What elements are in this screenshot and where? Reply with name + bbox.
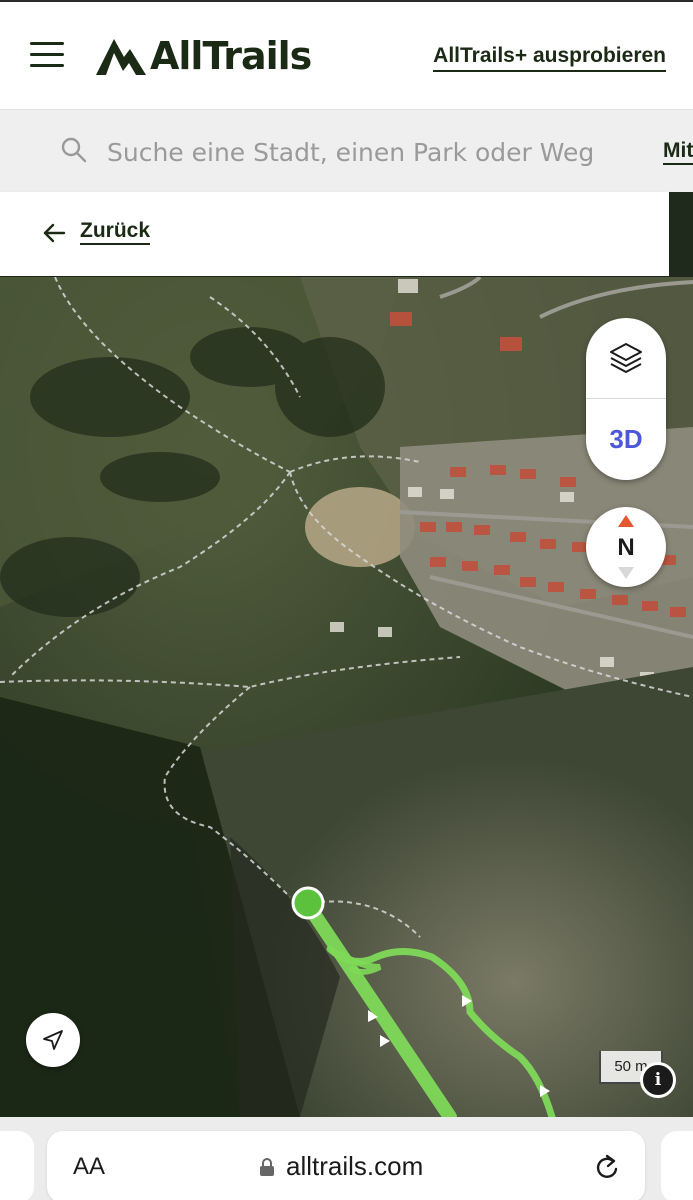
hamburger-menu-icon[interactable] — [30, 42, 64, 68]
navigation-arrow-icon — [43, 1030, 63, 1050]
back-link[interactable]: Zurück — [80, 219, 151, 245]
alltrails-mountain-logo-icon — [96, 39, 146, 75]
try-alltrails-plus-link[interactable]: AllTrails+ ausprobieren — [433, 44, 666, 72]
alltrails-logo[interactable]: AllTrails — [94, 32, 312, 80]
text-size-button[interactable]: AA — [73, 1153, 105, 1181]
3d-toggle-button[interactable]: 3D — [586, 399, 666, 480]
compass-north-label: N — [617, 534, 635, 561]
arrow-left-icon[interactable] — [42, 222, 66, 244]
text-size-label: AA — [73, 1153, 106, 1180]
layers-icon — [610, 343, 642, 373]
compass-button[interactable]: N — [586, 507, 666, 587]
locate-me-button[interactable] — [26, 1013, 80, 1067]
logo-text: AllTrails — [150, 34, 312, 78]
previous-tab-preview[interactable] — [0, 1131, 34, 1200]
near-me-link[interactable]: Mit — [663, 139, 693, 165]
reload-icon[interactable] — [594, 1153, 622, 1183]
url-text: alltrails.com — [286, 1151, 424, 1181]
map-controls: 3D — [586, 318, 666, 480]
map-info-button[interactable]: i — [640, 1062, 676, 1098]
search-icon — [61, 137, 87, 163]
top-header: AllTrails AllTrails+ ausprobieren — [0, 0, 693, 110]
trailhead-marker — [291, 886, 325, 920]
next-tab-preview[interactable] — [661, 1131, 693, 1200]
lock-icon — [260, 1158, 274, 1176]
layers-button[interactable] — [586, 318, 666, 399]
search-input[interactable] — [107, 134, 627, 170]
